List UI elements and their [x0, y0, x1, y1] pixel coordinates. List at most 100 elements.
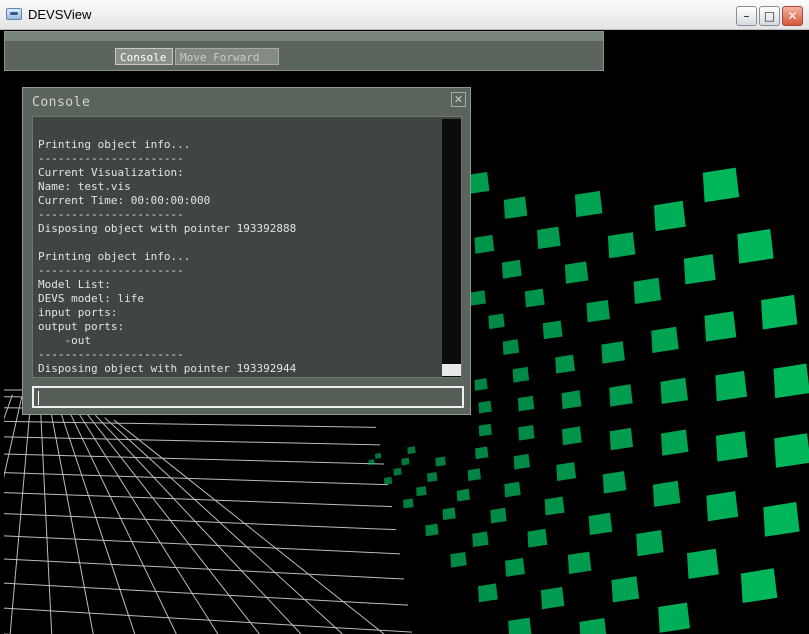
green-cube	[490, 507, 507, 524]
move-forward-button[interactable]: Move Forward	[175, 48, 279, 65]
console-line: Name: test.vis	[38, 180, 131, 193]
green-cube	[542, 320, 563, 340]
console-panel: Console ✕ Printing object info... -------…	[22, 87, 471, 415]
console-title[interactable]: Console	[32, 95, 90, 110]
green-cube	[609, 384, 633, 407]
console-log: Printing object info... -----------------…	[38, 138, 426, 376]
green-cube	[702, 167, 740, 203]
green-cube	[658, 602, 690, 633]
green-cube	[740, 568, 778, 603]
grid-line	[4, 558, 405, 580]
green-cube	[567, 551, 592, 574]
window-title: DEVSView	[28, 7, 92, 22]
green-cube	[478, 583, 498, 603]
green-cube	[588, 512, 613, 535]
green-cube	[384, 476, 393, 485]
maximize-button[interactable]: □	[759, 6, 780, 26]
console-line: Current Time: 00:00:00:000	[38, 194, 211, 207]
green-cube	[407, 446, 416, 455]
grid-line	[58, 405, 136, 634]
green-cube	[518, 425, 535, 441]
green-cube	[715, 431, 748, 462]
scrollbar-thumb[interactable]	[442, 364, 461, 376]
green-cube	[442, 507, 456, 521]
green-cube	[773, 363, 809, 399]
green-cube	[609, 427, 634, 451]
green-cube	[469, 290, 486, 306]
green-cube	[401, 457, 410, 466]
app-icon	[6, 8, 22, 20]
green-cube	[488, 313, 505, 330]
green-cube	[586, 299, 610, 323]
grid-line	[4, 436, 381, 446]
green-cube	[368, 459, 375, 466]
green-cube	[706, 491, 739, 522]
toolbar: Console Move Forward	[4, 31, 604, 71]
console-toggle-button[interactable]: Console	[115, 48, 173, 65]
green-cube	[478, 400, 492, 414]
green-cube	[467, 468, 481, 481]
green-cube	[556, 462, 577, 481]
grid-line	[4, 472, 389, 486]
green-cube	[602, 471, 627, 494]
green-cube	[517, 395, 535, 412]
grid-line	[4, 535, 401, 555]
green-cube	[683, 254, 716, 285]
minimize-button[interactable]: –	[736, 6, 757, 26]
console-line: Printing object info...	[38, 250, 191, 263]
green-cube	[508, 617, 532, 634]
green-cube	[456, 488, 470, 502]
green-cube	[475, 446, 489, 460]
green-cube	[505, 557, 525, 577]
console-line: Disposing object with pointer 193392888	[38, 222, 297, 235]
console-line: ----------------------	[38, 208, 184, 221]
close-button[interactable]: ✕	[782, 6, 803, 26]
green-cube	[524, 288, 545, 308]
close-icon[interactable]: ✕	[451, 92, 466, 107]
console-line: Disposing object with pointer 193392944	[38, 362, 297, 375]
console-line: Current Visualization:	[38, 166, 184, 179]
green-cube	[687, 548, 719, 579]
green-cube	[574, 190, 603, 218]
green-cube	[416, 486, 427, 497]
console-output: Printing object info... -----------------…	[32, 116, 462, 378]
green-cube	[555, 354, 575, 374]
green-cube	[579, 618, 607, 634]
console-line: input ports:	[38, 306, 118, 319]
green-cube	[435, 456, 446, 467]
green-cube	[633, 277, 662, 304]
console-line: ----------------------	[38, 152, 184, 165]
green-cube	[425, 523, 439, 537]
grid-line	[4, 607, 413, 633]
console-line: Model List:	[38, 278, 111, 291]
green-cube	[513, 453, 530, 470]
green-cube	[763, 502, 800, 537]
green-cube	[503, 196, 528, 219]
green-cube	[704, 311, 737, 342]
green-cube	[761, 294, 798, 330]
green-cube	[715, 370, 748, 402]
grid-line	[4, 420, 377, 428]
green-cube	[561, 390, 582, 410]
green-cube	[427, 472, 438, 483]
grid-line	[39, 401, 53, 634]
console-scrollbar[interactable]	[442, 119, 461, 377]
grid-line	[4, 582, 409, 606]
console-line: -out	[38, 334, 91, 347]
app-window: DEVSView – □ ✕ Console Move Forward Cons…	[0, 0, 809, 634]
text-caret	[38, 391, 39, 405]
floor-grid	[4, 389, 413, 634]
console-line: output ports:	[38, 320, 125, 333]
title-bar[interactable]: DEVSView – □ ✕	[0, 0, 809, 30]
green-cube	[636, 530, 664, 557]
console-command-input[interactable]	[32, 386, 464, 408]
green-cube	[651, 326, 679, 353]
green-cube	[540, 586, 565, 610]
green-cube	[544, 496, 565, 516]
grid-line	[85, 412, 260, 634]
green-cube	[537, 226, 561, 249]
green-cube	[478, 423, 492, 437]
green-cube	[393, 467, 402, 476]
green-cube	[611, 576, 640, 603]
